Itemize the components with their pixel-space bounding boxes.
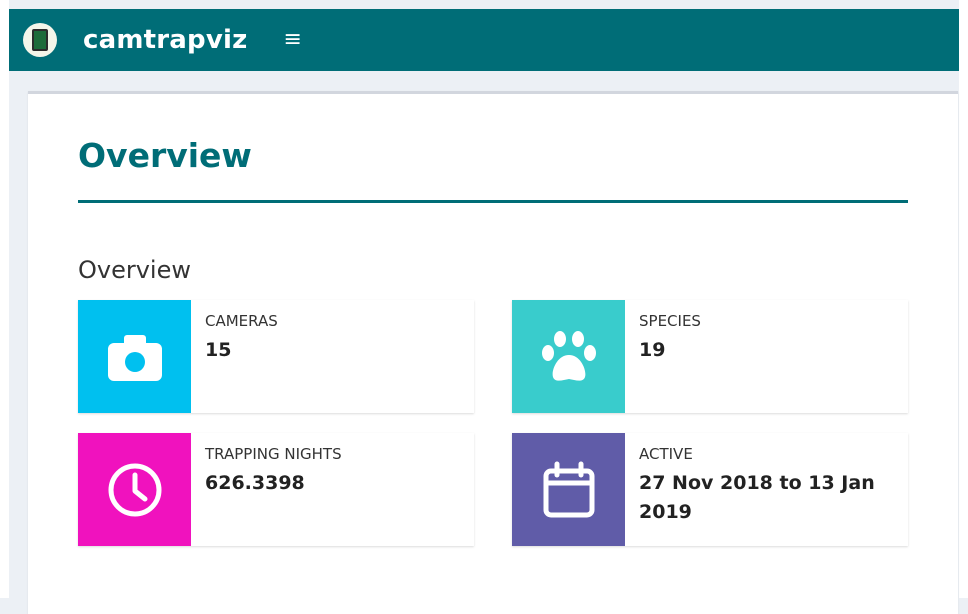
info-box-active-text: ACTIVE 27 Nov 2018 to 13 Jan 2019	[625, 433, 908, 546]
info-box-value: 27 Nov 2018 to 13 Jan 2019	[639, 472, 875, 524]
section-title: Overview	[78, 256, 191, 284]
paw-icon	[541, 330, 596, 381]
info-box-label: SPECIES	[639, 312, 701, 330]
camera-trap-logo-icon	[32, 29, 48, 51]
info-box-active: ACTIVE 27 Nov 2018 to 13 Jan 2019	[512, 433, 908, 546]
app-brand[interactable]: camtrapviz	[83, 25, 247, 55]
info-box-species-icon-bg	[512, 300, 625, 413]
hamburger-icon[interactable]: ≡	[283, 29, 301, 51]
info-box-trapping-nights: TRAPPING NIGHTS 626.3398	[78, 433, 474, 546]
info-box-value: 15	[205, 339, 232, 361]
info-box-nights-text: TRAPPING NIGHTS 626.3398	[191, 433, 356, 546]
info-box-species-text: SPECIES 19	[625, 300, 715, 413]
camera-icon	[107, 334, 162, 381]
info-box-label: ACTIVE	[639, 445, 693, 463]
app-logo[interactable]	[23, 23, 57, 57]
info-box-cameras-icon-bg	[78, 300, 191, 413]
info-box-value: 626.3398	[205, 472, 305, 494]
content-panel: Overview Overview CAMERAS 15 SPECIES 19 …	[28, 91, 958, 614]
info-box-label: CAMERAS	[205, 312, 278, 330]
info-box-nights-icon-bg	[78, 433, 191, 546]
info-box-active-icon-bg	[512, 433, 625, 546]
calendar-icon	[543, 461, 594, 517]
info-box-cameras: CAMERAS 15	[78, 300, 474, 413]
page-title: Overview	[78, 136, 252, 175]
page-edge-right	[959, 0, 968, 598]
top-navbar: camtrapviz ≡	[9, 9, 959, 71]
page-edge-left	[0, 0, 9, 598]
info-box-label: TRAPPING NIGHTS	[205, 445, 342, 463]
info-box-cameras-text: CAMERAS 15	[191, 300, 292, 413]
info-box-species: SPECIES 19	[512, 300, 908, 413]
clock-icon	[108, 463, 161, 516]
info-box-value: 19	[639, 339, 666, 361]
title-divider	[78, 200, 908, 203]
